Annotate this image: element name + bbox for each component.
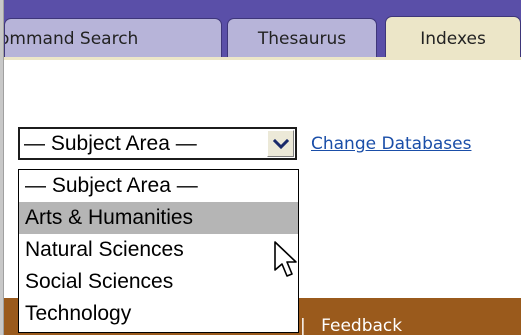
subject-area-select[interactable]: — Subject Area —	[18, 127, 297, 160]
tab-thesaurus-label: Thesaurus	[257, 29, 347, 49]
feedback-link[interactable]: Feedback	[321, 316, 402, 335]
tab-bar-underline	[4, 57, 521, 60]
tab-bar: ommand Search Thesaurus Indexes	[4, 0, 521, 60]
mouse-pointer-icon	[274, 241, 297, 277]
footer-separator: |	[300, 316, 306, 335]
tab-thesaurus[interactable]: Thesaurus	[227, 18, 377, 58]
option-social-sciences[interactable]: Social Sciences	[19, 266, 298, 298]
option-natural-sciences[interactable]: Natural Sciences	[19, 234, 298, 266]
option-technology[interactable]: Technology	[19, 298, 298, 330]
tab-command-search-label: ommand Search	[4, 29, 139, 49]
footer-links: | Feedback	[300, 316, 402, 335]
option-arts-humanities[interactable]: Arts & Humanities	[19, 202, 298, 234]
subject-area-selected-value: — Subject Area —	[24, 132, 197, 155]
change-databases-link[interactable]: Change Databases	[311, 134, 471, 154]
subject-area-dropdown-list: — Subject Area — Arts & Humanities Natur…	[18, 169, 299, 333]
tab-indexes-label: Indexes	[420, 29, 486, 49]
tab-command-search[interactable]: ommand Search	[4, 18, 222, 58]
dropdown-arrow-button[interactable]	[267, 130, 294, 157]
option-subject-area[interactable]: — Subject Area —	[19, 170, 298, 202]
tab-indexes[interactable]: Indexes	[385, 16, 521, 60]
chevron-down-icon	[272, 138, 289, 149]
